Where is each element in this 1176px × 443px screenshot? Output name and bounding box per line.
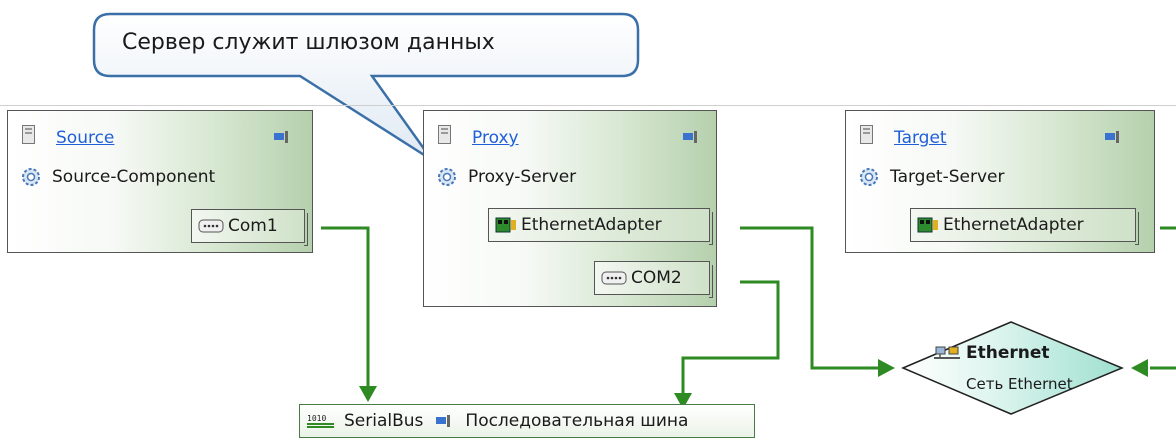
port-label: EthernetAdapter (521, 215, 662, 235)
node-title-link[interactable]: Target (894, 128, 947, 148)
server-icon (22, 125, 35, 144)
dock-icon[interactable] (273, 130, 291, 144)
component-label: Proxy-Server (468, 167, 577, 187)
port-com1[interactable]: Com1 (191, 209, 308, 246)
svg-text:1010: 1010 (307, 414, 326, 423)
connector-com1-serialbus[interactable] (321, 226, 370, 388)
dock-icon[interactable] (435, 414, 453, 428)
swimlane-divider (0, 105, 1176, 106)
port-ethernet-adapter[interactable]: EthernetAdapter (910, 208, 1139, 245)
port-label: Com1 (228, 216, 278, 236)
port-com2[interactable]: COM2 (594, 261, 713, 298)
arrowhead-ethernet-left (878, 359, 895, 377)
component-label: Target-Server (890, 167, 1005, 187)
arrowhead-serialbus-left (359, 386, 377, 402)
bus-description: Последовательная шина (465, 411, 689, 431)
dock-icon[interactable] (1104, 130, 1122, 144)
port-label: EthernetAdapter (943, 215, 1084, 235)
server-icon (860, 125, 873, 144)
server-icon (438, 125, 451, 144)
ethernet-node-diamond[interactable] (901, 321, 1124, 415)
serial-bus-node[interactable]: 1010 SerialBus Последовательная шина (299, 404, 755, 438)
dock-icon[interactable] (682, 130, 700, 144)
gear-icon (438, 168, 456, 186)
gear-icon (22, 168, 40, 186)
component-label: Source-Component (52, 167, 216, 187)
port-ethernet-adapter[interactable]: EthernetAdapter (488, 208, 713, 245)
serial-port-icon (601, 271, 627, 285)
bus-icon: 1010 (307, 414, 334, 428)
network-icon (934, 346, 960, 359)
arrowhead-ethernet-right (1131, 359, 1148, 377)
source-node[interactable]: Source Source-Component Com1 (7, 110, 313, 253)
ethernet-description: Сеть Ethernet (966, 375, 1073, 393)
port-label: COM2 (631, 268, 682, 288)
node-title-link[interactable]: Source (56, 128, 114, 148)
callout-text: Сервер служит шлюзом данных (122, 30, 495, 55)
gear-icon (860, 168, 878, 186)
proxy-node[interactable]: Proxy Proxy-Server EthernetAdapter COM2 (423, 110, 717, 307)
ethernet-name: Ethernet (966, 343, 1050, 363)
network-card-icon (495, 217, 516, 233)
node-title-link[interactable]: Proxy (472, 128, 519, 148)
bus-name: SerialBus (344, 411, 424, 431)
serial-port-icon (198, 219, 224, 233)
network-card-icon (917, 217, 938, 233)
target-node[interactable]: Target Target-Server EthernetAdapter (845, 110, 1155, 253)
